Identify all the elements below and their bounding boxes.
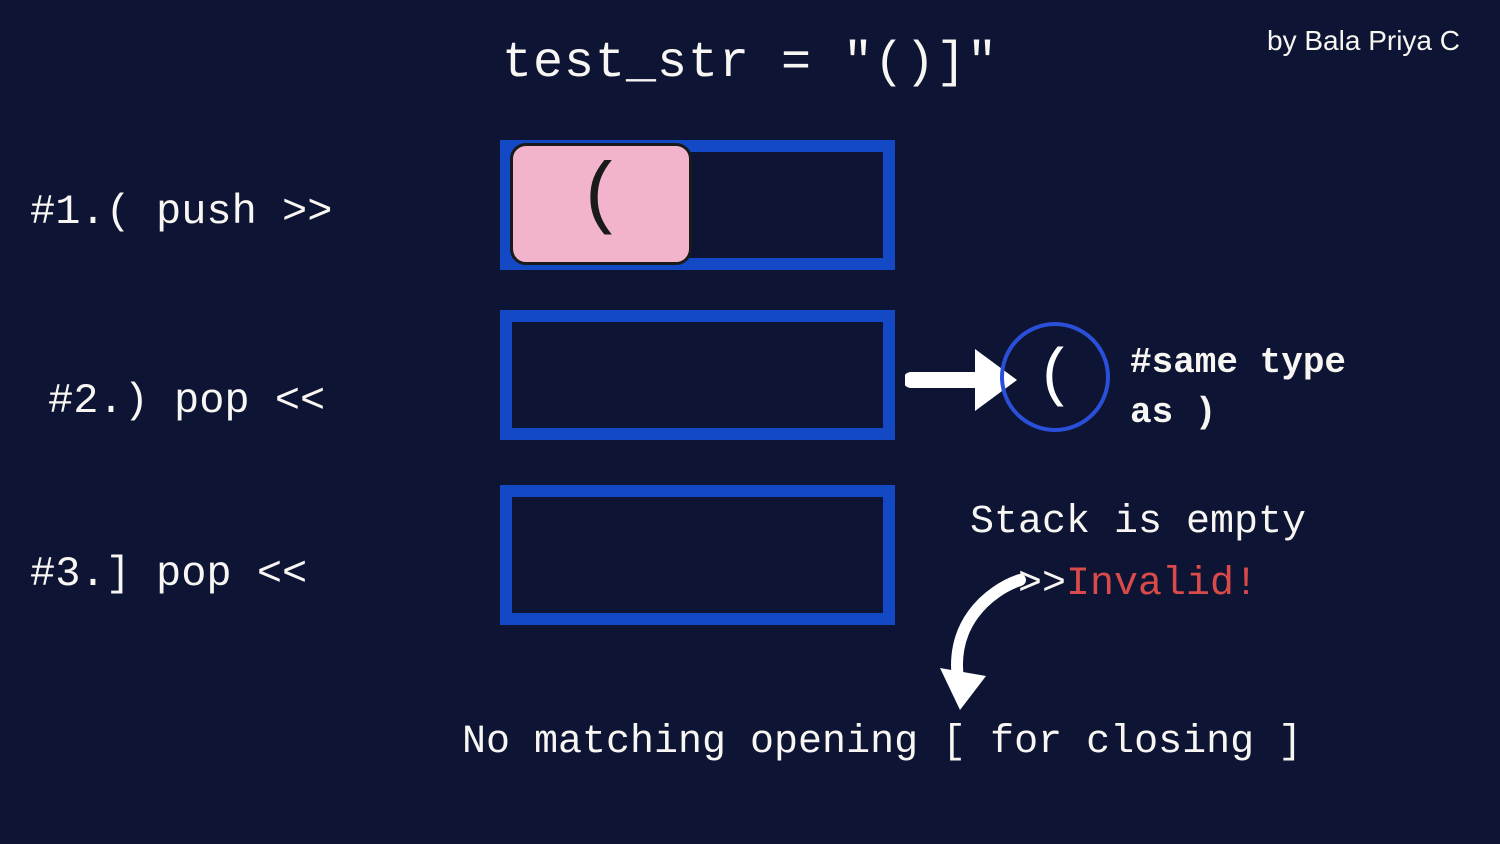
stack-box-3 [500, 485, 895, 625]
note-stack-empty: Stack is empty [970, 500, 1306, 545]
stack-box-2 [500, 310, 895, 440]
bottom-message: No matching opening [ for closing ] [462, 720, 1302, 765]
stack-item-char: ( [577, 158, 625, 238]
stack-item-pink: ( [510, 143, 692, 265]
byline: by Bala Priya C [1267, 25, 1460, 57]
curved-arrow-icon [930, 570, 1040, 720]
note-same-line1: #same type [1130, 338, 1346, 388]
note-same-line2: as ) [1130, 388, 1346, 438]
popped-item-char: ( [1036, 341, 1074, 413]
step-2-label: #2.) pop << [48, 377, 325, 425]
popped-item-circle: ( [1000, 322, 1110, 432]
note-invalid-word: Invalid! [1066, 562, 1258, 607]
step-1-label: #1.( push >> [30, 188, 332, 236]
note-same-type: #same type as ) [1130, 338, 1346, 439]
note-invalid: >>Invalid! [1018, 562, 1258, 607]
step-3-label: #3.] pop << [30, 550, 307, 598]
